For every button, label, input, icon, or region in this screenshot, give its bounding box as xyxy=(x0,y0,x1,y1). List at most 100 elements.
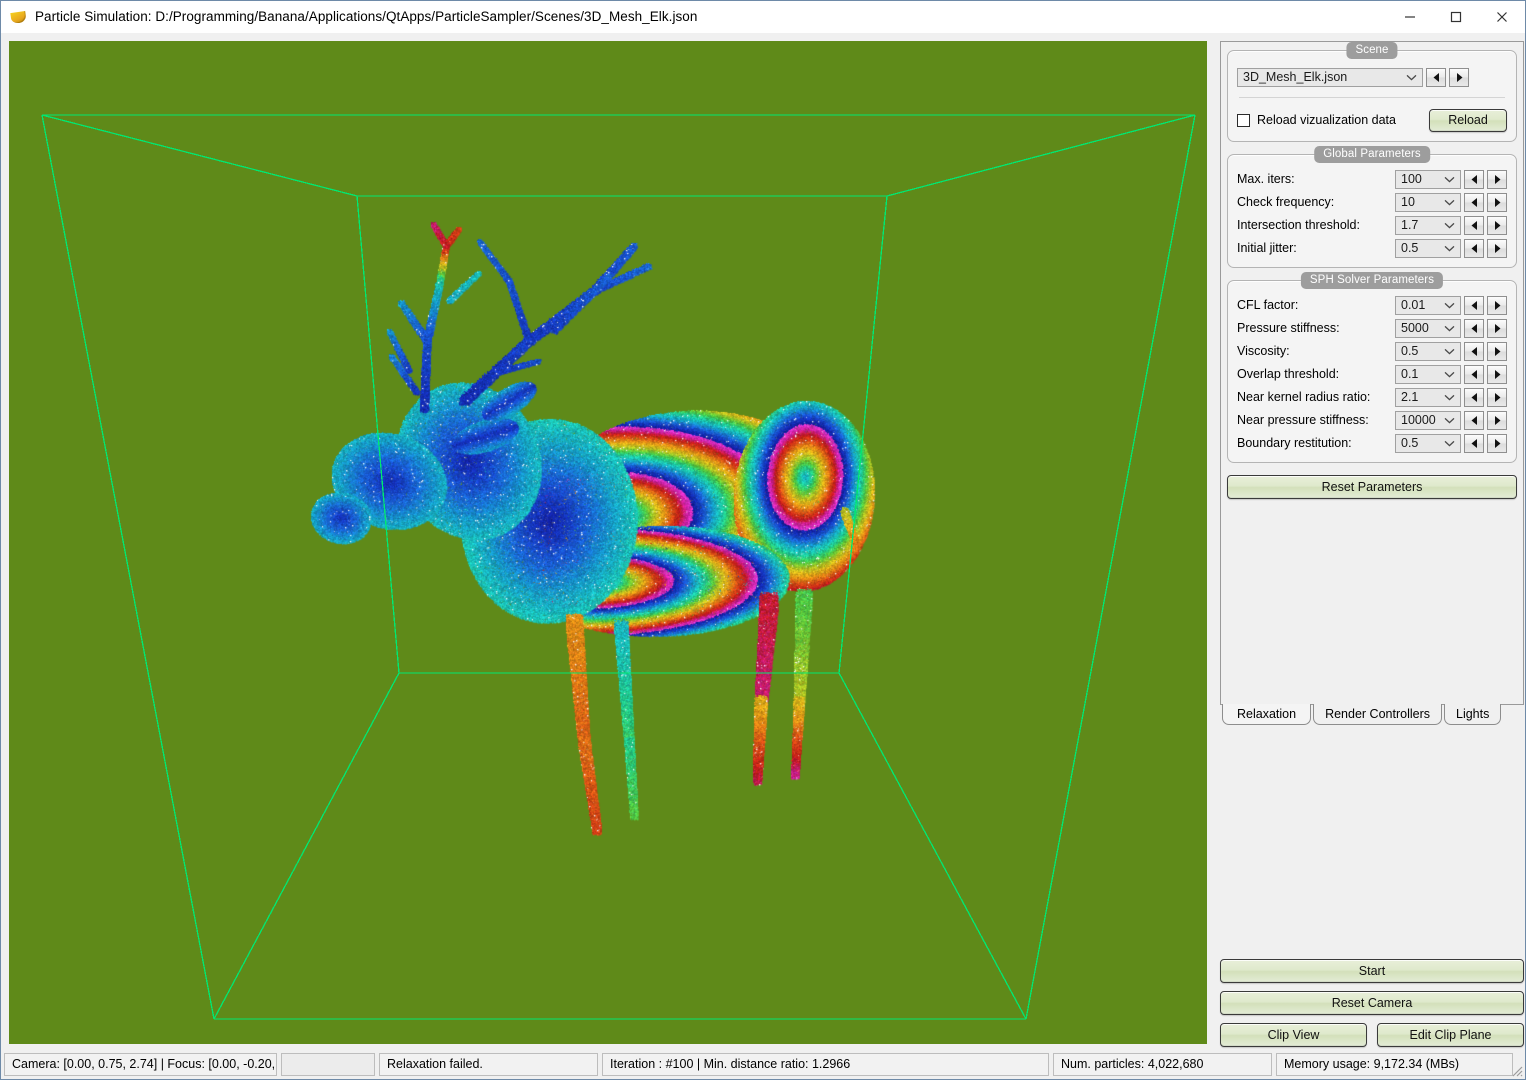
sph-combo-near-pressure-stiffness[interactable]: 10000 xyxy=(1395,411,1461,430)
sph-value-pressure-stiffness: 5000 xyxy=(1401,321,1429,335)
sph-combo-viscosity[interactable]: 0.5 xyxy=(1395,342,1461,361)
reload-viz-row: Reload vizualization data Reload xyxy=(1237,108,1507,132)
sph-value-boundary-restitution: 0.5 xyxy=(1401,436,1418,450)
clip-button-pair: Clip View Edit Clip Plane xyxy=(1220,1023,1524,1047)
sph-next-overlap-threshold[interactable] xyxy=(1487,365,1507,384)
sph-next-near-pressure-stiffness[interactable] xyxy=(1487,411,1507,430)
global-value-intersection-threshold: 1.7 xyxy=(1401,218,1418,232)
global-prev-intersection-threshold[interactable] xyxy=(1464,216,1484,235)
global-next-max-iters[interactable] xyxy=(1487,170,1507,189)
sph-next-pressure-stiffness[interactable] xyxy=(1487,319,1507,338)
global-prev-initial-jitter[interactable] xyxy=(1464,239,1484,258)
global-value-check-frequency: 10 xyxy=(1401,195,1415,209)
sph-combo-overlap-threshold[interactable]: 0.1 xyxy=(1395,365,1461,384)
reload-button[interactable]: Reload xyxy=(1429,109,1507,132)
scene-next-button[interactable] xyxy=(1449,68,1469,87)
scene-prev-button[interactable] xyxy=(1426,68,1446,87)
sph-row-pressure-stiffness: Pressure stiffness: 5000 xyxy=(1237,318,1507,338)
clip-view-button[interactable]: Clip View xyxy=(1220,1023,1367,1047)
scene-file-value: 3D_Mesh_Elk.json xyxy=(1243,70,1347,84)
panel-tabs: Relaxation Render Controllers Lights xyxy=(1220,704,1524,725)
global-prev-max-iters[interactable] xyxy=(1464,170,1484,189)
sph-prev-near-pressure-stiffness[interactable] xyxy=(1464,411,1484,430)
status-particles: Num. particles: 4,022,680 xyxy=(1053,1053,1272,1076)
global-combo-initial-jitter[interactable]: 0.5 xyxy=(1395,239,1461,258)
sph-next-cfl-factor[interactable] xyxy=(1487,296,1507,315)
tab-relaxation[interactable]: Relaxation xyxy=(1222,704,1311,725)
global-label-check-frequency: Check frequency: xyxy=(1237,195,1395,209)
sph-combo-boundary-restitution[interactable]: 0.5 xyxy=(1395,434,1461,453)
global-value-initial-jitter: 0.5 xyxy=(1401,241,1418,255)
status-memory: Memory usage: 9,172.34 (MBs) xyxy=(1276,1053,1513,1076)
global-combo-intersection-threshold[interactable]: 1.7 xyxy=(1395,216,1461,235)
sph-prev-cfl-factor[interactable] xyxy=(1464,296,1484,315)
sph-label-overlap-threshold: Overlap threshold: xyxy=(1237,367,1395,381)
global-next-initial-jitter[interactable] xyxy=(1487,239,1507,258)
tab-render-controllers[interactable]: Render Controllers xyxy=(1313,704,1442,725)
reload-viz-checkbox[interactable] xyxy=(1237,114,1250,127)
sph-next-boundary-restitution[interactable] xyxy=(1487,434,1507,453)
sph-label-pressure-stiffness: Pressure stiffness: xyxy=(1237,321,1395,335)
sph-prev-pressure-stiffness[interactable] xyxy=(1464,319,1484,338)
bounding-box-wireframe xyxy=(9,41,1207,1044)
sph-prev-boundary-restitution[interactable] xyxy=(1464,434,1484,453)
sph-label-boundary-restitution: Boundary restitution: xyxy=(1237,436,1395,450)
global-next-check-frequency[interactable] xyxy=(1487,193,1507,212)
global-label-initial-jitter: Initial jitter: xyxy=(1237,241,1395,255)
3d-viewport[interactable] xyxy=(9,41,1207,1044)
title-bar: Particle Simulation: D:/Programming/Bana… xyxy=(1,1,1525,33)
global-next-intersection-threshold[interactable] xyxy=(1487,216,1507,235)
sph-prev-near-kernel-radius-ratio[interactable] xyxy=(1464,388,1484,407)
scene-file-combo[interactable]: 3D_Mesh_Elk.json xyxy=(1237,68,1423,87)
sph-next-near-kernel-radius-ratio[interactable] xyxy=(1487,388,1507,407)
sph-parameters-groupbox: SPH Solver Parameters CFL factor: 0.01 Pre… xyxy=(1227,280,1517,463)
sph-parameters-group-title: SPH Solver Parameters xyxy=(1301,272,1443,289)
chevron-down-icon xyxy=(1444,412,1455,429)
global-row-intersection-threshold: Intersection threshold: 1.7 xyxy=(1237,215,1507,235)
chevron-down-icon xyxy=(1444,240,1455,257)
reset-parameters-button[interactable]: Reset Parameters xyxy=(1227,475,1517,499)
chevron-down-icon xyxy=(1444,389,1455,406)
global-parameters-groupbox: Global Parameters Max. iters: 100 Check fr… xyxy=(1227,154,1517,268)
global-row-initial-jitter: Initial jitter: 0.5 xyxy=(1237,238,1507,258)
chevron-down-icon xyxy=(1444,320,1455,337)
maximize-button[interactable] xyxy=(1433,1,1479,32)
global-parameters-group-title: Global Parameters xyxy=(1314,146,1430,163)
status-message: Relaxation failed. xyxy=(379,1053,598,1076)
close-button[interactable] xyxy=(1479,1,1525,32)
chevron-down-icon xyxy=(1444,366,1455,383)
tab-lights[interactable]: Lights xyxy=(1444,704,1501,725)
banana-icon xyxy=(10,8,28,26)
sph-label-near-kernel-radius-ratio: Near kernel radius ratio: xyxy=(1237,390,1395,404)
scene-divider xyxy=(1239,97,1505,98)
global-label-max-iters: Max. iters: xyxy=(1237,172,1395,186)
sph-combo-near-kernel-radius-ratio[interactable]: 2.1 xyxy=(1395,388,1461,407)
minimize-button[interactable] xyxy=(1387,1,1433,32)
scene-groupbox: Scene 3D_Mesh_Elk.json Reload vizualizat… xyxy=(1227,50,1517,142)
chevron-down-icon xyxy=(1444,171,1455,188)
resize-grip-icon[interactable] xyxy=(1509,1063,1523,1077)
global-prev-check-frequency[interactable] xyxy=(1464,193,1484,212)
sph-prev-viscosity[interactable] xyxy=(1464,342,1484,361)
application-window: Particle Simulation: D:/Programming/Bana… xyxy=(0,0,1526,1080)
sph-row-viscosity: Viscosity: 0.5 xyxy=(1237,341,1507,361)
status-progress xyxy=(281,1053,375,1076)
chevron-down-icon xyxy=(1444,435,1455,452)
sph-combo-cfl-factor[interactable]: 0.01 xyxy=(1395,296,1461,315)
chevron-down-icon xyxy=(1444,343,1455,360)
control-panel: Scene 3D_Mesh_Elk.json Reload vizualizat… xyxy=(1220,41,1524,1051)
global-row-max-iters: Max. iters: 100 xyxy=(1237,169,1507,189)
reload-viz-label: Reload vizualization data xyxy=(1257,113,1396,127)
reset-camera-button[interactable]: Reset Camera xyxy=(1220,991,1524,1015)
main-area: Scene 3D_Mesh_Elk.json Reload vizualizat… xyxy=(1,33,1525,1051)
sph-prev-overlap-threshold[interactable] xyxy=(1464,365,1484,384)
start-button[interactable]: Start xyxy=(1220,959,1524,983)
sph-combo-pressure-stiffness[interactable]: 5000 xyxy=(1395,319,1461,338)
edit-clip-plane-button[interactable]: Edit Clip Plane xyxy=(1377,1023,1524,1047)
global-combo-max-iters[interactable]: 100 xyxy=(1395,170,1461,189)
global-label-intersection-threshold: Intersection threshold: xyxy=(1237,218,1395,232)
sph-next-viscosity[interactable] xyxy=(1487,342,1507,361)
global-combo-check-frequency[interactable]: 10 xyxy=(1395,193,1461,212)
sph-label-near-pressure-stiffness: Near pressure stiffness: xyxy=(1237,413,1395,427)
sph-value-viscosity: 0.5 xyxy=(1401,344,1418,358)
